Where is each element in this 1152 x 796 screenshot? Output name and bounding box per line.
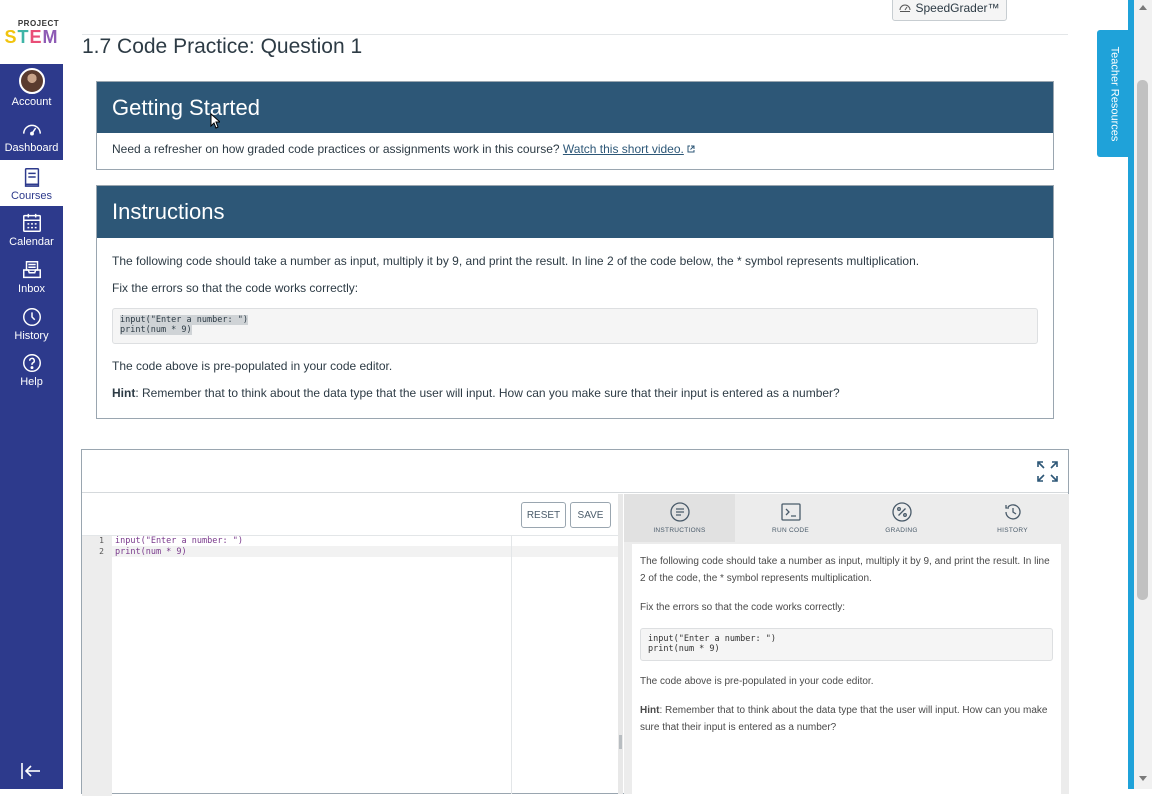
side-paragraph: Fix the errors so that the code works co… <box>640 602 846 613</box>
hint-text: : Remember that to think about the data … <box>135 386 840 400</box>
code-line: input("Enter a number: ") <box>120 315 248 325</box>
tab-instructions[interactable]: INSTRUCTIONS <box>624 494 735 542</box>
side-hint: Hint: Remember that to think about the d… <box>640 702 1053 736</box>
logo-letter: T <box>17 26 30 47</box>
nav-item-account[interactable]: Account <box>0 66 63 112</box>
nav-item-label: History <box>14 330 49 342</box>
nav-item-courses[interactable]: Courses <box>0 160 63 206</box>
nav-item-label: Inbox <box>18 283 45 295</box>
instructions-heading: Instructions <box>97 186 1053 238</box>
watch-video-link[interactable]: Watch this short video. <box>563 142 684 156</box>
getting-started-body: Need a refresher on how graded code prac… <box>97 133 1053 165</box>
tab-label: RUN CODE <box>771 527 810 534</box>
instructions-hint: Hint: Remember that to think about the d… <box>112 386 1038 400</box>
nav-item-help[interactable]: Help <box>0 346 63 392</box>
grading-icon <box>891 502 912 522</box>
instructions-paragraph: The code above is pre-populated in your … <box>112 359 393 373</box>
avatar-icon <box>18 68 45 94</box>
ide-side-pane: INSTRUCTIONS RUN CODE GRADING HISTORY Th… <box>624 494 1069 796</box>
instructions-body: The following code should take a number … <box>97 238 1053 400</box>
pane-splitter[interactable] <box>618 494 623 794</box>
global-navigation: PROJECT STEM Account Dashboard Courses C… <box>0 0 63 789</box>
terminal-icon <box>780 503 801 521</box>
instructions-paragraph: The following code should take a number … <box>112 254 920 268</box>
side-paragraph: The following code should take a number … <box>640 556 1050 584</box>
getting-started-heading: Getting Started <box>97 82 1053 133</box>
splitter-grip-icon[interactable] <box>619 735 622 749</box>
getting-started-panel: Getting Started Need a refresher on how … <box>96 81 1054 170</box>
editor-print-margin <box>511 536 512 794</box>
side-paragraph: The code above is pre-populated in your … <box>640 676 874 687</box>
tab-label: INSTRUCTIONS <box>653 527 706 534</box>
active-line-highlight <box>112 546 618 557</box>
scroll-up-icon[interactable] <box>1139 5 1147 10</box>
help-icon <box>22 354 41 372</box>
line-number: 2 <box>99 547 104 556</box>
speedgrader-icon <box>899 4 911 12</box>
reset-button[interactable]: RESET <box>521 502 566 528</box>
inbox-icon <box>22 261 41 279</box>
instructions-paragraph: Fix the errors so that the code works co… <box>112 281 359 295</box>
code-practice-ide: RESET SAVE 1 2 input("Enter a number: ")… <box>81 449 1069 796</box>
hint-text: : Remember that to think about the data … <box>640 705 1048 733</box>
nav-item-label: Account <box>11 96 52 108</box>
tab-label: GRADING <box>885 527 918 534</box>
logo-big-text: STEM <box>4 28 58 46</box>
dashboard-icon <box>22 124 41 136</box>
teacher-resources-tab[interactable]: Teacher Resources <box>1097 30 1131 157</box>
tab-run-code[interactable]: RUN CODE <box>735 494 846 542</box>
page-scrollbar[interactable] <box>1134 0 1152 789</box>
nav-item-label: Calendar <box>9 236 54 248</box>
logo-letter: M <box>42 26 59 47</box>
getting-started-text: Need a refresher on how graded code prac… <box>112 142 560 156</box>
line-number: 1 <box>99 536 104 545</box>
speedgrader-button[interactable]: SpeedGrader™ <box>892 0 1007 21</box>
project-stem-logo[interactable]: PROJECT STEM <box>0 0 63 64</box>
calendar-icon <box>22 213 41 232</box>
nav-item-inbox[interactable]: Inbox <box>0 253 63 299</box>
nav-item-calendar[interactable]: Calendar <box>0 206 63 252</box>
speedgrader-label: SpeedGrader™ <box>915 0 1000 15</box>
mouse-cursor-icon <box>210 113 220 129</box>
hint-label: Hint <box>640 705 660 716</box>
collapse-nav-icon[interactable] <box>18 760 44 782</box>
save-button[interactable]: SAVE <box>570 502 611 528</box>
tab-label: HISTORY <box>997 527 1028 534</box>
side-instructions-content: The following code should take a number … <box>632 544 1061 796</box>
logo-letter: S <box>4 26 18 47</box>
scroll-down-icon[interactable] <box>1139 776 1147 781</box>
nav-item-history[interactable]: History <box>0 300 63 346</box>
page-title: 1.7 Code Practice: Question 1 <box>82 35 363 58</box>
nav-item-label: Courses <box>11 190 52 202</box>
nav-item-label: Help <box>20 376 43 388</box>
ide-toolbar <box>82 450 1068 493</box>
tab-history[interactable]: HISTORY <box>957 494 1068 542</box>
history-icon <box>22 308 41 326</box>
logo-letter: E <box>29 26 43 47</box>
editor-toolbar: RESET SAVE <box>82 494 622 536</box>
line-number-gutter: 1 2 <box>82 536 112 796</box>
nav-item-dashboard[interactable]: Dashboard <box>0 112 63 158</box>
instructions-panel: Instructions The following code should t… <box>96 185 1054 419</box>
courses-icon <box>24 168 39 187</box>
editor-code-line[interactable]: input("Enter a number: ") <box>115 536 243 546</box>
history-icon <box>1004 504 1021 520</box>
hint-label: Hint <box>112 386 136 400</box>
tab-grading[interactable]: GRADING <box>846 494 957 542</box>
side-code-block: input("Enter a number: ") print(num * 9) <box>640 628 1053 661</box>
code-line: print(num * 9) <box>120 325 192 335</box>
code-editor-pane: RESET SAVE 1 2 input("Enter a number: ")… <box>82 494 622 796</box>
fullscreen-icon[interactable] <box>1037 461 1058 482</box>
instructions-icon <box>669 502 690 522</box>
nav-item-label: Dashboard <box>4 142 59 154</box>
editor-code-line[interactable]: print(num * 9) <box>115 547 187 557</box>
instructions-code-block: input("Enter a number: ") print(num * 9) <box>112 308 1038 344</box>
scroll-thumb[interactable] <box>1137 80 1148 600</box>
teacher-resources-label: Teacher Resources <box>1108 46 1120 141</box>
external-link-icon <box>687 145 695 153</box>
